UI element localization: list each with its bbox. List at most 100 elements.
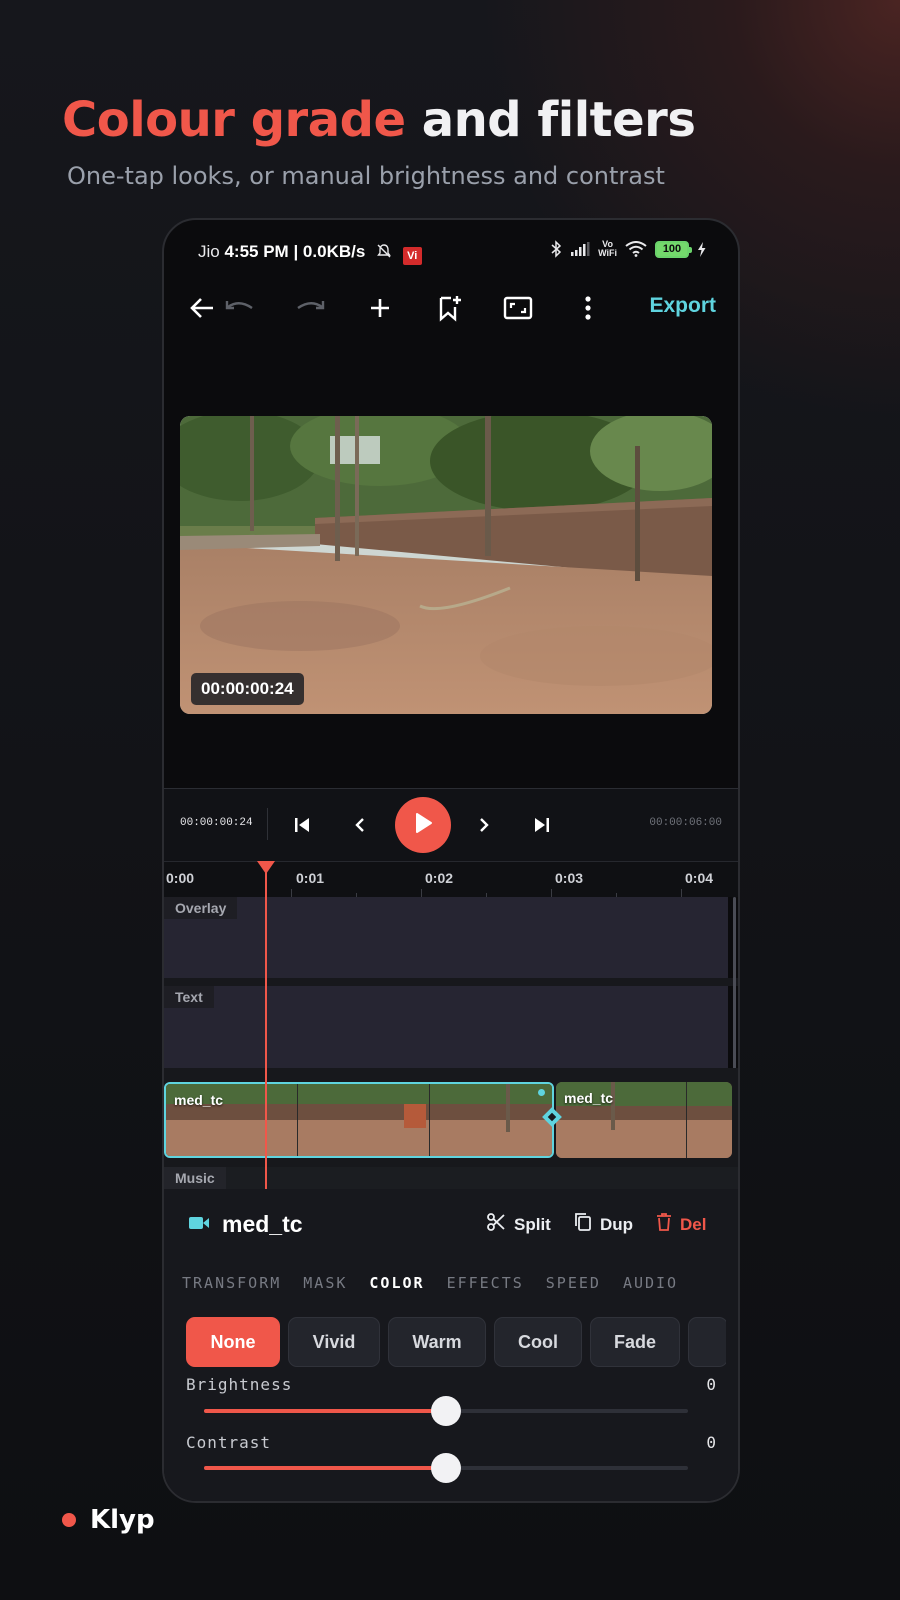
bluetooth-icon — [550, 240, 562, 258]
transport-separator — [267, 808, 268, 840]
track-gap — [164, 978, 738, 986]
status-left: Jio 4:55 PM | 0.0KB/s Vi — [198, 242, 422, 265]
ruler-tick — [551, 889, 552, 897]
skip-end-icon[interactable] — [528, 811, 556, 839]
timeline-scrollbar[interactable] — [733, 897, 736, 1069]
headline-accent: Colour grade — [62, 92, 406, 148]
ruler-tick-label: 0:04 — [685, 870, 714, 886]
tab-speed[interactable]: SPEED — [546, 1274, 601, 1292]
ruler-tick-label: 0:03 — [555, 870, 584, 886]
contrast-slider-fill — [204, 1466, 446, 1470]
video-preview[interactable]: 00:00:00:24 — [180, 416, 712, 714]
signal-icon — [570, 242, 590, 256]
export-button[interactable]: Export — [649, 294, 716, 318]
delete-button[interactable]: Del — [656, 1212, 706, 1237]
playhead[interactable] — [265, 861, 267, 1189]
contrast-slider-thumb[interactable] — [431, 1453, 461, 1483]
preset-vivid[interactable]: Vivid — [288, 1317, 380, 1367]
tab-color[interactable]: COLOR — [369, 1274, 424, 1292]
text-track[interactable]: Text — [164, 986, 728, 1068]
network-speed: | 0.0KB/s — [293, 242, 366, 261]
ruler-tick — [681, 889, 682, 897]
wifi-icon — [625, 241, 647, 257]
duplicate-button[interactable]: Dup — [574, 1212, 633, 1237]
ruler-tick — [421, 889, 422, 897]
ruler-tick — [291, 889, 292, 897]
battery-indicator: 100 — [655, 240, 692, 258]
status-bar: Jio 4:55 PM | 0.0KB/s Vi Vo WiFi 100 — [164, 220, 738, 278]
brightness-label: Brightness — [186, 1375, 293, 1394]
charging-bolt-icon — [697, 241, 706, 257]
selected-clip-name: med_tc — [222, 1211, 303, 1237]
clock: 4:55 PM — [224, 242, 289, 261]
brand-footer: Klyp — [62, 1505, 155, 1535]
overlay-track[interactable]: Overlay — [164, 897, 728, 978]
filter-presets: None Vivid Warm Cool Fade — [186, 1317, 726, 1367]
contrast-value: 0 — [706, 1433, 716, 1452]
preset-none[interactable]: None — [186, 1317, 280, 1367]
bookmark-add-icon[interactable] — [430, 288, 470, 328]
tab-transform[interactable]: TRANSFORM — [182, 1274, 281, 1292]
brightness-slider[interactable] — [204, 1396, 688, 1426]
contrast-label: Contrast — [186, 1433, 272, 1452]
video-camera-icon — [188, 1215, 210, 1236]
brightness-slider-thumb[interactable] — [431, 1396, 461, 1426]
brand-name: Klyp — [90, 1505, 155, 1535]
aspect-ratio-icon[interactable] — [498, 288, 538, 328]
transport-controls: 00:00:00:24 00:00:06:00 — [164, 789, 738, 861]
scissors-icon — [486, 1212, 506, 1237]
headline: Colour grade and filters — [62, 92, 696, 148]
play-icon — [413, 812, 433, 839]
video-frame-image — [180, 416, 712, 714]
tab-effects[interactable]: EFFECTS — [447, 1274, 524, 1292]
add-icon[interactable] — [360, 288, 400, 328]
tab-audio[interactable]: AUDIO — [623, 1274, 678, 1292]
keyframe-icon[interactable] — [541, 1106, 563, 1128]
headline-rest: and filters — [405, 92, 696, 148]
step-forward-icon[interactable] — [470, 811, 498, 839]
phone-frame: Jio 4:55 PM | 0.0KB/s Vi Vo WiFi 100 Expo… — [162, 218, 740, 1503]
vi-badge: Vi — [402, 247, 422, 265]
brightness-value: 0 — [706, 1375, 716, 1394]
clip-marker-dot — [538, 1089, 545, 1096]
video-clip-selected[interactable]: med_tc — [164, 1082, 554, 1158]
redo-icon[interactable] — [290, 288, 330, 328]
skip-start-icon[interactable] — [288, 811, 316, 839]
clip-thumbnails — [166, 1084, 552, 1156]
more-vertical-icon[interactable] — [568, 288, 608, 328]
music-track-label: Music — [164, 1167, 226, 1189]
preview-timecode: 00:00:00:24 — [191, 673, 304, 705]
contrast-slider[interactable] — [204, 1453, 688, 1483]
dup-label: Dup — [600, 1214, 634, 1234]
subheadline: One-tap looks, or manual brightness and … — [67, 162, 665, 190]
play-button[interactable] — [395, 797, 451, 853]
video-clip[interactable]: med_tc — [556, 1082, 732, 1158]
tab-mask[interactable]: MASK — [303, 1274, 347, 1292]
preset-fade[interactable]: Fade — [590, 1317, 680, 1367]
split-button[interactable]: Split — [486, 1212, 551, 1237]
preset-cool[interactable]: Cool — [494, 1317, 582, 1367]
ruler-tick-label: 0:02 — [425, 870, 454, 886]
bell-muted-icon — [376, 243, 392, 259]
carrier-label: Jio — [198, 242, 220, 261]
overlay-track-label: Overlay — [164, 897, 238, 919]
end-timecode: 00:00:06:00 — [649, 817, 722, 829]
preset-warm[interactable]: Warm — [388, 1317, 486, 1367]
preset-more[interactable] — [688, 1317, 726, 1367]
status-right: Vo WiFi 100 — [550, 240, 706, 258]
timeline-ruler[interactable]: 0:00 0:01 0:02 0:03 0:04 — [164, 861, 738, 897]
music-track[interactable]: Music — [164, 1167, 738, 1191]
del-label: Del — [680, 1214, 707, 1234]
clip-properties-panel: med_tc Split Dup Del TRANSFORM MASK COLO… — [164, 1189, 738, 1501]
clip-name: med_tc — [564, 1090, 614, 1106]
back-arrow-icon[interactable] — [182, 288, 222, 328]
volte-indicator: Vo WiFi — [598, 239, 617, 258]
split-label: Split — [514, 1214, 551, 1234]
step-back-icon[interactable] — [346, 811, 374, 839]
brand-dot — [62, 1513, 76, 1527]
brightness-slider-fill — [204, 1409, 446, 1413]
undo-icon[interactable] — [220, 288, 260, 328]
ruler-tick-label: 0:00 — [166, 870, 195, 886]
text-track-label: Text — [164, 986, 214, 1008]
current-timecode: 00:00:00:24 — [180, 817, 253, 829]
